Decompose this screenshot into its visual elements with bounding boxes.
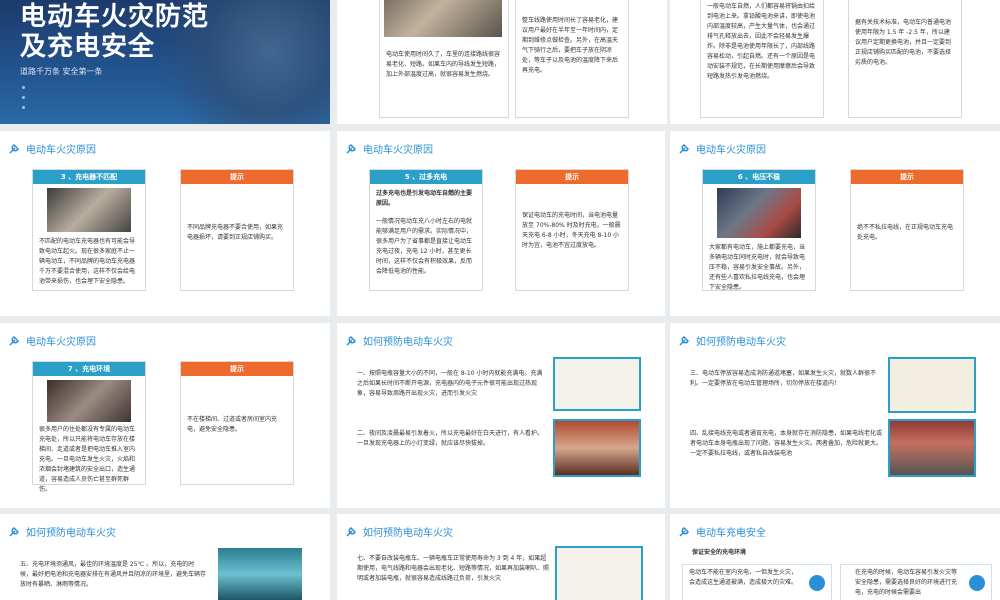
paragraph-1: 一、按照电瓶容量大小的不同，一般在 8-10 小时内就能充满电。充满之后如果长时… bbox=[357, 370, 543, 397]
slide-header: 电动车火灾原因 bbox=[8, 333, 96, 348]
tip-title: 提示 bbox=[851, 170, 963, 184]
header-label: 电动车火灾原因 bbox=[363, 145, 433, 156]
tip-card: 整车线路使用时间长了容易老化，建议用户最好在半年至一年时间内，定期到维修点做检查… bbox=[515, 0, 629, 118]
cause-card: 电动车使用时间久了，车里的连接路线很容易老化、短路。如果车内的导线发生短路，加上… bbox=[379, 0, 509, 118]
slide-title-line2: 及充电安全 bbox=[20, 32, 156, 62]
tip-text: 整车线路使用时间长了容易老化，建议用户最好在半年至一年时间内，定期到维修点做检查… bbox=[522, 17, 619, 74]
decorative-dots bbox=[22, 86, 25, 116]
slide-aging-wires[interactable]: 电动车使用时间久了，车里的连接路线很容易老化、短路。如果车内的导线发生短路，加上… bbox=[337, 0, 667, 124]
paragraph-4: 四、乱接电线充电或者通宵充电，本身就存在消防隐患，如果电线老化或者电动车本身电瓶… bbox=[690, 430, 883, 457]
tip-text: 保证电动车的充电时间，当电池电量放至 70%-80% 时及时充电，一般晨天充电 … bbox=[522, 212, 621, 249]
slide-prevention-3[interactable]: 如何预防电动车火灾 五、充电环境须通风，最佳的环境温度是 25℃ 。所以，充电的… bbox=[0, 514, 330, 600]
tip-card: 提示 不同品牌充电器不要合使用，如果充电器损坏，请要到正规店铺购买。 bbox=[180, 169, 294, 291]
header-label: 电动车火灾原因 bbox=[696, 145, 766, 156]
repair-cartoon bbox=[555, 546, 643, 600]
card-title: 6 、电压不稳 bbox=[703, 170, 815, 184]
tip-text: 绝不不私拉电线，在正规电动车充电处充电。 bbox=[857, 224, 954, 241]
slide-header: 如何预防电动车火灾 bbox=[345, 524, 453, 539]
tip-card: 据有关技术标准，电动车内普通电池使用年限为 1.5 年 -2.5 年，所以建议用… bbox=[848, 0, 962, 118]
info-box-2-text: 在充电的时候，电动车容易引发火灾等安全隐患，需要选择良好的环境进行充电，充电的时… bbox=[855, 569, 958, 596]
card-text: 电动车使用时间久了，车里的连接路线很容易老化、短路。如果车内的导线发生短路，加上… bbox=[386, 51, 501, 78]
info-box-2: 在充电的时候，电动车容易引发火灾等安全隐患，需要选择良好的环境进行充电，充电的时… bbox=[840, 564, 992, 600]
slide-header: 如何预防电动车火灾 bbox=[345, 333, 453, 348]
cause-card: 5 、过多充电 过多充电也是引发电动车自燃的主要原因。 一般情况电动车充八小时左… bbox=[369, 169, 483, 291]
header-label: 如何预防电动车火灾 bbox=[696, 337, 786, 348]
tip-card: 提示 绝不不私拉电线，在正规电动车充电处充电。 bbox=[850, 169, 964, 291]
wiring-photo bbox=[888, 419, 976, 477]
tip-text: 据有关技术标准，电动车内普通电池使用年限为 1.5 年 -2.5 年，所以建议用… bbox=[855, 19, 952, 66]
tip-card: 提示 不在楼梯间、过道或者房间室内充电，避免安全隐患。 bbox=[180, 361, 294, 485]
paragraph-6: 七、不要自改装电瓶车。一辆电瓶车正常使用寿命为 3 到 4 年，如果超期使用，电… bbox=[357, 555, 550, 582]
card-title: 7 、充电环境 bbox=[33, 362, 145, 376]
card-text: 大家都有电动车，施上都要充电，当多辆电动车同时充电时，就会导致电压不稳，容易引发… bbox=[709, 244, 806, 291]
info-box-1: 电动车不能在室内充电，一但发生火灾，会造成这生通道被满，造成极大的灾难。 bbox=[682, 564, 832, 600]
slide-prevention-1[interactable]: 如何预防电动车火灾 一、按照电瓶容量大小的不同，一般在 8-10 小时内就能充满… bbox=[337, 323, 665, 508]
fire-photo bbox=[47, 380, 131, 422]
wrench-icon bbox=[679, 526, 689, 537]
slide-battery[interactable]: 一般电动车自燃，人们都容易将锅由扣给到电池上来。拿铅酸电池来讲，即使电池内部温度… bbox=[670, 0, 1000, 124]
slide-header: 电动车充电安全 bbox=[678, 524, 766, 539]
cartoon-illustration bbox=[553, 357, 641, 411]
cause-card: 7 、充电环境 很多用户的住处都没有专属的电动车充电处，所以只能将电动车存放在楼… bbox=[32, 361, 146, 493]
header-label: 电动车火灾原因 bbox=[26, 145, 96, 156]
motor-photo bbox=[384, 0, 502, 37]
header-label: 电动车火灾原因 bbox=[26, 337, 96, 348]
header-label: 如何预防电动车火灾 bbox=[363, 337, 453, 348]
wrench-icon bbox=[9, 526, 19, 537]
slide-prevention-4[interactable]: 如何预防电动车火灾 七、不要自改装电瓶车。一辆电瓶车正常使用寿命为 3 到 4 … bbox=[337, 514, 665, 600]
wires-photo bbox=[717, 188, 801, 238]
tip-card: 提示 保证电动车的充电时间，当电池电量放至 70%-80% 时及时充电，一般晨天… bbox=[515, 169, 629, 291]
header-label: 如何预防电动车火灾 bbox=[363, 528, 453, 539]
card-text: 一般电动车自燃，人们都容易将锅由扣给到电池上来。拿铅酸电池来讲，即使电池内部温度… bbox=[707, 3, 816, 80]
section-title: 保证安全的充电环境 bbox=[692, 549, 747, 556]
wrench-icon bbox=[9, 143, 19, 154]
slide-prevention-2[interactable]: 如何预防电动车火灾 三、电动车停放容易造成消防通道堵塞，如果发生火灾，就数人群很… bbox=[670, 323, 1000, 508]
calendar-icon bbox=[969, 575, 985, 591]
slide-voltage[interactable]: 电动车火灾原因 6 、电压不稳 大家都有电动车，施上都要充电，当多辆电动车同时充… bbox=[670, 131, 1000, 316]
parking-photo bbox=[553, 419, 641, 477]
tip-text: 不同品牌充电器不要合使用，如果充电器损坏，请要到正规店铺购买。 bbox=[187, 224, 284, 241]
cause-card: 6 、电压不稳 大家都有电动车，施上都要充电，当多辆电动车同时充电时，就会导致电… bbox=[702, 169, 816, 291]
slide-header: 如何预防电动车火灾 bbox=[8, 524, 116, 539]
cause-card: 3 、充电器不匹配 不匹配的电动车充电器也有可能会导致电动车起火。现在很多家庭不… bbox=[32, 169, 146, 291]
wrench-icon bbox=[346, 526, 356, 537]
slide-header: 如何预防电动车火灾 bbox=[678, 333, 786, 348]
tip-text: 不在楼梯间、过道或者房间室内充电，避免安全隐患。 bbox=[187, 416, 278, 433]
wrench-icon bbox=[9, 335, 19, 346]
charger-photo bbox=[47, 188, 131, 232]
wrench-icon bbox=[346, 335, 356, 346]
card-text: 很多用户的住处都没有专属的电动车充电处，所以只能将电动车存放在楼梯间、走道或者是… bbox=[39, 426, 136, 493]
slide-charger-mismatch[interactable]: 电动车火灾原因 3 、充电器不匹配 不匹配的电动车充电器也有可能会导致电动车起火… bbox=[0, 131, 330, 316]
slide-header: 电动车火灾原因 bbox=[678, 141, 766, 156]
wrench-icon bbox=[679, 335, 689, 346]
info-box-1-text: 电动车不能在室内充电，一但发生火灾，会造成这生通道被满，造成极大的灾难。 bbox=[689, 569, 798, 586]
card-text: 不匹配的电动车充电器也有可能会导致电动车起火。现在很多家庭不止一辆电动车，不同品… bbox=[39, 238, 136, 285]
paragraph-3: 三、电动车停放容易造成消防通道堵塞，如果发生火灾，就数人群很不利。一定要停放在电… bbox=[690, 370, 877, 387]
card-title: 5 、过多充电 bbox=[370, 170, 482, 184]
tip-title: 提示 bbox=[516, 170, 628, 184]
slide-header: 电动车火灾原因 bbox=[345, 141, 433, 156]
cause-card: 一般电动车自燃，人们都容易将锅由扣给到电池上来。拿铅酸电池来讲，即使电池内部温度… bbox=[700, 0, 824, 118]
header-label: 电动车充电安全 bbox=[696, 528, 766, 539]
garage-photo bbox=[218, 548, 302, 600]
paragraph-5: 五、充电环境须通风，最佳的环境温度是 25℃ 。所以，充电的时候，最好把电池和充… bbox=[20, 561, 207, 588]
police-cartoon bbox=[888, 357, 976, 413]
slide-environment[interactable]: 电动车火灾原因 7 、充电环境 很多用户的住处都没有专属的电动车充电处，所以只能… bbox=[0, 323, 330, 508]
tip-title: 提示 bbox=[181, 170, 293, 184]
card-bold-text: 过多充电也是引发电动车自燃的主要原因。 bbox=[376, 190, 473, 207]
globe-icon bbox=[809, 575, 825, 591]
slide-subtitle: 道路千万条 安全第一条 bbox=[20, 67, 103, 76]
title-slide[interactable]: 电动车火灾防范 及充电安全 道路千万条 安全第一条 bbox=[0, 0, 330, 124]
paragraph-2: 二、夜间及凌晨最易引发着火，所以充电最好在白天进行，有人看护。一旦发现充电器上的… bbox=[357, 430, 544, 447]
slide-overcharge[interactable]: 电动车火灾原因 5 、过多充电 过多充电也是引发电动车自燃的主要原因。 一般情况… bbox=[337, 131, 665, 316]
slide-charging-safety[interactable]: 电动车充电安全 保证安全的充电环境 电动车不能在室内充电，一但发生火灾，会造成这… bbox=[670, 514, 1000, 600]
card-text: 一般情况电动车充八小时左右的电就能够满足用户的需求。实际情况中，很多用户为了省事… bbox=[376, 218, 473, 275]
header-label: 如何预防电动车火灾 bbox=[26, 528, 116, 539]
wrench-icon bbox=[346, 143, 356, 154]
card-title: 3 、充电器不匹配 bbox=[33, 170, 145, 184]
slide-header: 电动车火灾原因 bbox=[8, 141, 96, 156]
wrench-icon bbox=[679, 143, 689, 154]
tip-title: 提示 bbox=[181, 362, 293, 376]
